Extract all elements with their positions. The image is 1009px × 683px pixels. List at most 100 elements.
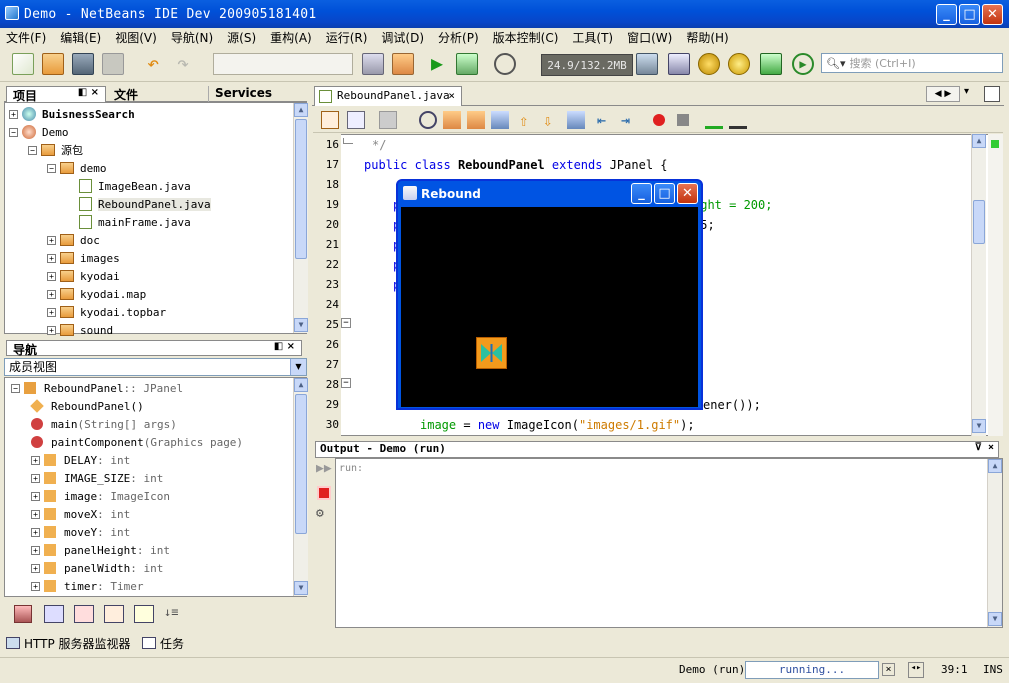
- menu-help[interactable]: 帮助(H): [686, 29, 728, 46]
- stop-macro-icon[interactable]: [677, 114, 689, 126]
- output-text-area[interactable]: run: ▲ ▼: [335, 458, 1003, 628]
- undo-icon[interactable]: ↶: [142, 53, 164, 75]
- open-project-icon[interactable]: [72, 53, 94, 75]
- menu-view[interactable]: 视图(V): [115, 29, 157, 46]
- toggle-bookmark-icon[interactable]: [567, 111, 585, 129]
- scroll-down-icon[interactable]: ▼: [988, 612, 1002, 626]
- member-item[interactable]: + panelHeight : int: [31, 541, 170, 559]
- window-titlebar[interactable]: Demo - NetBeans IDE Dev 200905181401 _ □…: [0, 0, 1009, 28]
- expand-toggle-icon[interactable]: −: [11, 383, 20, 393]
- tree-item[interactable]: mainFrame.java: [66, 213, 191, 231]
- expand-toggle-icon[interactable]: +: [31, 473, 40, 483]
- member-item[interactable]: ReboundPanel(): [30, 397, 144, 415]
- member-view-select[interactable]: 成员视图 ▼: [4, 358, 307, 376]
- menu-debug[interactable]: 调试(D): [381, 29, 424, 46]
- shift-left-icon[interactable]: ⇤: [597, 111, 615, 129]
- filter-inherited-icon[interactable]: [14, 605, 32, 623]
- member-item[interactable]: + moveX : int: [31, 505, 130, 523]
- member-item[interactable]: paintComponent (Graphics page): [31, 433, 243, 451]
- uncomment-icon[interactable]: [729, 111, 747, 129]
- scroll-up-icon[interactable]: ▲: [294, 378, 308, 392]
- expand-toggle-icon[interactable]: +: [9, 109, 18, 119]
- tab-projects[interactable]: 项目 ◧ ×: [6, 86, 106, 103]
- tree-item[interactable]: + kyodai.map: [47, 285, 146, 303]
- scroll-thumb[interactable]: [295, 119, 307, 259]
- scroll-thumb[interactable]: [973, 200, 985, 244]
- rebound-maximize-button[interactable]: □: [654, 183, 675, 204]
- toggle-highlight-icon[interactable]: [491, 111, 509, 129]
- tab-tasks[interactable]: 任务: [142, 635, 184, 651]
- tree-item[interactable]: + BuisnessSearch: [9, 105, 135, 123]
- member-item[interactable]: + IMAGE_SIZE : int: [31, 469, 163, 487]
- tree-item[interactable]: − demo: [47, 159, 107, 177]
- tab-output[interactable]: Output - Demo (run) ⊽ ×: [315, 441, 999, 458]
- expand-toggle-icon[interactable]: +: [31, 455, 40, 465]
- rerun-icon[interactable]: ▶▶: [316, 461, 332, 477]
- member-item[interactable]: + timer : Timer: [31, 577, 143, 595]
- menu-window[interactable]: 窗口(W): [627, 29, 672, 46]
- start-macro-icon[interactable]: [653, 114, 665, 126]
- menu-edit[interactable]: 编辑(E): [60, 29, 101, 46]
- menu-file[interactable]: 文件(F): [6, 29, 46, 46]
- member-item[interactable]: + moveY : int: [31, 523, 130, 541]
- tree-item[interactable]: + doc: [47, 231, 100, 249]
- last-edit-icon[interactable]: [379, 111, 397, 129]
- stop-icon[interactable]: [317, 486, 331, 500]
- tree-item[interactable]: − Demo: [9, 123, 69, 141]
- scroll-thumb[interactable]: [295, 394, 307, 534]
- find-next-icon[interactable]: [467, 111, 485, 129]
- filter-static-icon[interactable]: [74, 605, 94, 623]
- member-item[interactable]: + DELAY : int: [31, 451, 130, 469]
- tree-item[interactable]: + images: [47, 249, 120, 267]
- menu-refactor[interactable]: 重构(A): [270, 29, 312, 46]
- maximize-editor-icon[interactable]: [984, 86, 1000, 102]
- minimize-button[interactable]: _: [936, 4, 957, 25]
- close-button[interactable]: ✕: [982, 4, 1003, 25]
- tree-item[interactable]: − 源包: [28, 141, 83, 159]
- member-item[interactable]: − ReboundPanel :: JPanel: [11, 379, 183, 397]
- expand-toggle-icon[interactable]: −: [28, 145, 37, 155]
- expand-toggle-icon[interactable]: +: [47, 271, 56, 281]
- back-icon[interactable]: [321, 111, 339, 129]
- run-main-icon[interactable]: ▶: [792, 53, 814, 75]
- comment-icon[interactable]: [705, 111, 723, 129]
- tree-item[interactable]: + kyodai.topbar: [47, 303, 166, 321]
- settings-gear-icon[interactable]: [698, 53, 720, 75]
- fold-toggle-icon[interactable]: −: [341, 378, 351, 388]
- projects-scrollbar[interactable]: ▲ ▼: [293, 103, 308, 333]
- expand-toggle-icon[interactable]: +: [47, 253, 56, 263]
- plugins-icon[interactable]: [728, 53, 750, 75]
- debug-icon[interactable]: [456, 53, 478, 75]
- filter-nonpublic-icon[interactable]: [104, 605, 124, 623]
- rebound-close-button[interactable]: ✕: [677, 183, 698, 204]
- expand-toggle-icon[interactable]: −: [9, 127, 18, 137]
- rebound-minimize-button[interactable]: _: [631, 183, 652, 204]
- maximize-button[interactable]: □: [959, 4, 980, 25]
- scroll-up-icon[interactable]: ▲: [972, 134, 986, 148]
- find-icon[interactable]: [419, 111, 437, 129]
- menu-profile[interactable]: 分析(P): [438, 29, 479, 46]
- tab-navigator[interactable]: 导航 ◧ ×: [6, 340, 302, 357]
- output-controls-icon[interactable]: ⊽ ×: [975, 442, 994, 453]
- forward-icon[interactable]: [347, 111, 365, 129]
- prev-bookmark-icon[interactable]: ⇧: [519, 111, 537, 130]
- tab-http-monitor[interactable]: HTTP 服务器监视器: [6, 635, 131, 651]
- tab-services[interactable]: Services: [208, 86, 306, 102]
- scroll-down-icon[interactable]: ▼: [972, 419, 986, 433]
- tab-scroll-icon[interactable]: ◀ ▶: [926, 86, 960, 102]
- notifications-icon[interactable]: ◂▸: [908, 662, 924, 678]
- expand-toggle-icon[interactable]: +: [47, 307, 56, 317]
- filter-fields-icon[interactable]: [44, 605, 64, 623]
- scroll-down-icon[interactable]: ▼: [294, 318, 308, 332]
- tab-files[interactable]: 文件: [108, 86, 206, 102]
- expand-toggle-icon[interactable]: +: [31, 545, 40, 555]
- member-item[interactable]: + panelWidth : int: [31, 559, 163, 577]
- expand-toggle-icon[interactable]: +: [47, 325, 56, 335]
- expand-toggle-icon[interactable]: +: [47, 235, 56, 245]
- expand-toggle-icon[interactable]: +: [47, 289, 56, 299]
- build-icon[interactable]: [392, 53, 414, 75]
- scroll-up-icon[interactable]: ▲: [988, 459, 1002, 473]
- hierarchy-icon[interactable]: [760, 53, 782, 75]
- expand-toggle-icon[interactable]: +: [31, 527, 40, 537]
- output-settings-icon[interactable]: ⚙: [316, 506, 332, 522]
